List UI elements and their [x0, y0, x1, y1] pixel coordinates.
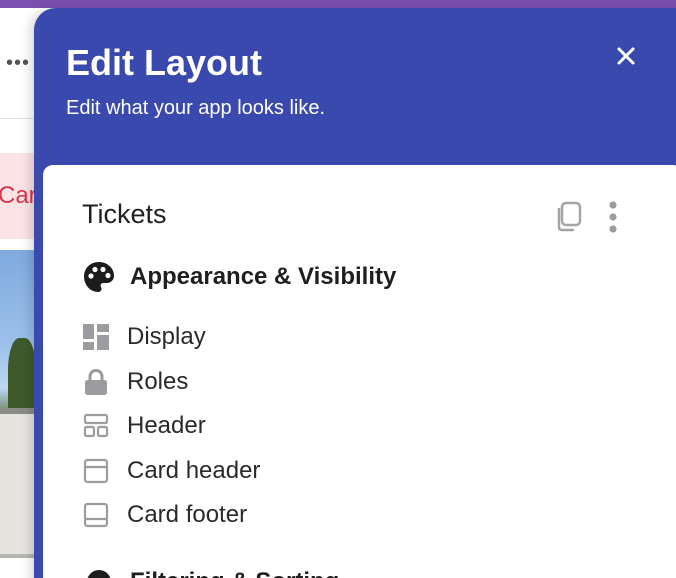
menu-item-label: Roles	[127, 367, 189, 395]
background-photo-tree	[8, 338, 36, 418]
card-header-icon	[82, 457, 110, 485]
section-heading-filtering[interactable]: Filtering & Sorting	[82, 565, 339, 578]
menu-item-label: Display	[127, 323, 206, 351]
menu-item-label: Header	[127, 412, 206, 440]
background-banner-label: Car	[0, 182, 37, 209]
card-title: Tickets	[82, 199, 167, 229]
menu-item-card-header[interactable]: Card header	[82, 449, 642, 494]
panel-subtitle: Edit what your app looks like.	[66, 97, 326, 119]
menu-item-label: Card footer	[127, 501, 248, 529]
filter-icon	[87, 570, 111, 578]
menu-item-label: Card header	[127, 456, 261, 484]
section-heading-appearance[interactable]: Appearance & Visibility	[82, 260, 396, 294]
viewport: ••• Car Edit Layout Edit what your app l…	[0, 0, 676, 578]
header-layout-icon	[82, 412, 110, 440]
top-accent-strip	[0, 0, 676, 8]
more-options-button[interactable]	[601, 198, 625, 236]
dashboard-icon	[82, 323, 110, 351]
section-heading-label: Appearance & Visibility	[130, 263, 397, 290]
menu-item-roles[interactable]: Roles	[82, 360, 642, 405]
kebab-menu-icon	[609, 201, 617, 233]
more-horizontal-icon[interactable]: •••	[6, 52, 30, 75]
card-footer-icon	[82, 501, 110, 529]
menu-item-card-footer[interactable]: Card footer	[82, 493, 642, 538]
close-icon	[617, 47, 635, 65]
tickets-card: Tickets Appearance & Visibility Display …	[43, 165, 676, 578]
panel-title: Edit Layout	[66, 42, 262, 83]
duplicate-button[interactable]	[551, 199, 585, 235]
menu-item-display[interactable]: Display	[82, 315, 642, 360]
copy-icon	[557, 201, 582, 232]
menu-item-header[interactable]: Header	[82, 404, 642, 449]
appearance-menu: Display Roles Header Card header Card fo…	[82, 315, 642, 538]
edit-layout-panel: Edit Layout Edit what your app looks lik…	[34, 8, 676, 578]
lock-icon	[82, 368, 110, 396]
section-heading-label: Filtering & Sorting	[130, 568, 339, 578]
palette-icon	[84, 262, 114, 292]
close-button[interactable]	[608, 38, 644, 74]
